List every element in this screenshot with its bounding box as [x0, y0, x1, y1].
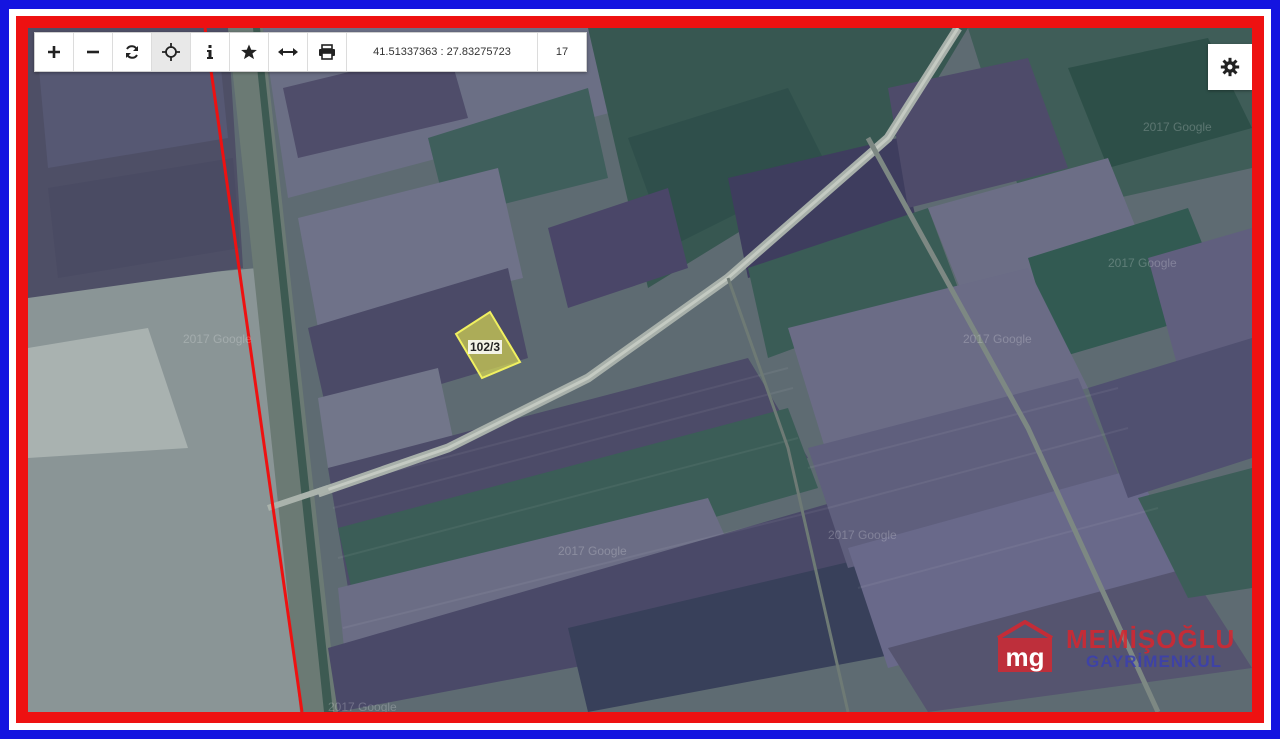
boundary-line [203, 28, 304, 712]
boundary-overlay [203, 28, 522, 712]
coordinates-display: 41.51337363 : 27.83275723 [347, 33, 538, 71]
map-toolbar: 41.51337363 : 27.83275723 17 [34, 32, 587, 72]
crosshair-icon [162, 43, 180, 61]
favorite-button[interactable] [230, 33, 269, 71]
satellite-map[interactable]: 2017 Google 2017 Google 2017 Google 2017… [28, 28, 1252, 712]
brand-subtitle: GAYRİMENKUL [1086, 652, 1222, 671]
map-watermark: 2017 Google [328, 700, 397, 712]
map-watermark: 2017 Google [558, 544, 627, 558]
arrows-horizontal-icon [278, 48, 298, 56]
brand-name: MEMİŞOĞLU [1066, 624, 1236, 654]
zoom-in-button[interactable] [35, 33, 74, 71]
map-watermark: 2017 Google [963, 332, 1032, 346]
info-icon [207, 45, 213, 59]
zoom-out-button[interactable] [74, 33, 113, 71]
map-watermark: 2017 Google [1108, 256, 1177, 270]
map-watermark: 2017 Google [1143, 120, 1212, 134]
svg-text:mg: mg [1006, 642, 1045, 672]
map-watermark: 2017 Google [828, 528, 897, 542]
plus-icon [48, 46, 60, 58]
brand-watermark: mg MEMİŞOĞLU GAYRİMENKUL [994, 618, 1244, 678]
measure-button[interactable] [269, 33, 308, 71]
zoom-level-display: 17 [555, 46, 569, 58]
print-button[interactable] [308, 33, 347, 71]
refresh-icon [126, 45, 138, 59]
refresh-button[interactable] [113, 33, 152, 71]
info-button[interactable] [191, 33, 230, 71]
map-watermark: 2017 Google [183, 332, 252, 346]
gear-icon [1220, 57, 1240, 77]
parcel-label[interactable]: 102/3 [468, 340, 503, 354]
brand-logo: mg [996, 620, 1054, 672]
locate-button[interactable] [152, 33, 191, 71]
star-icon [241, 44, 257, 60]
printer-icon [319, 44, 335, 60]
minus-icon [87, 50, 99, 54]
settings-button[interactable] [1208, 44, 1252, 90]
